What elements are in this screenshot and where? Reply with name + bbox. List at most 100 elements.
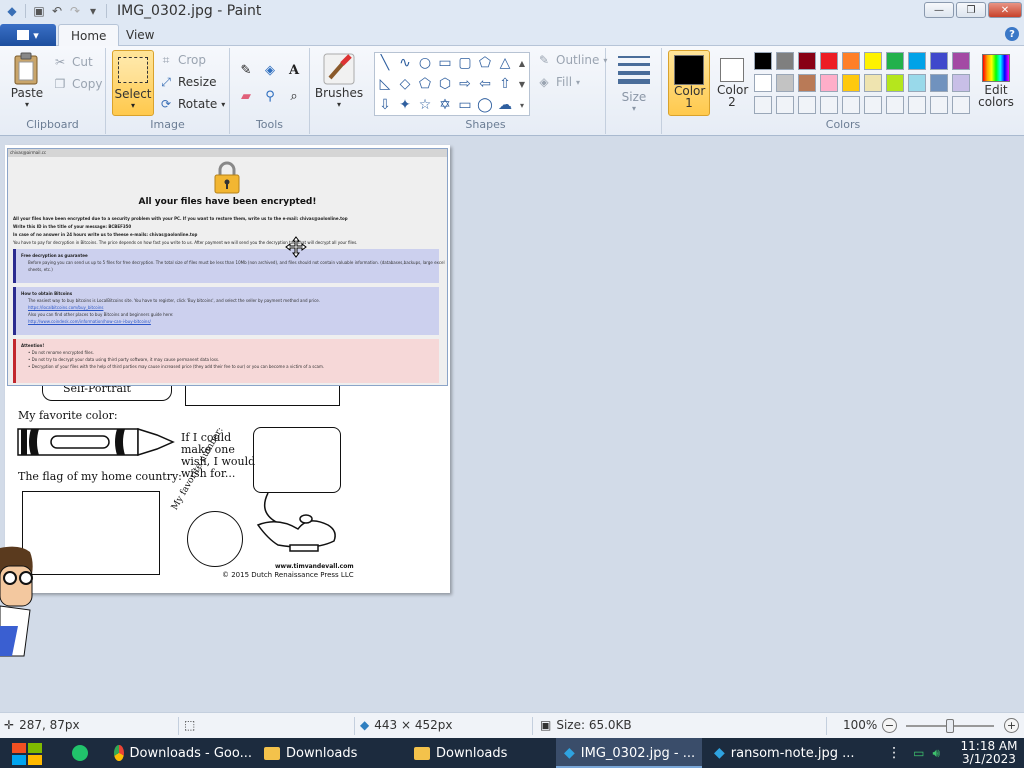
taskbar-explorer-downloads-2[interactable]: Downloads: [406, 738, 554, 768]
cut-button[interactable]: ✂ Cut: [52, 54, 93, 70]
shapes-more-icon[interactable]: ▾: [515, 95, 529, 115]
hexagon-shape-icon[interactable]: ⬡: [435, 74, 455, 94]
tab-home[interactable]: Home: [58, 24, 120, 46]
palette-swatch[interactable]: [754, 52, 772, 70]
palette-swatch[interactable]: [798, 96, 816, 114]
palette-swatch[interactable]: [930, 96, 948, 114]
volume-icon[interactable]: 🔊︎: [932, 746, 940, 761]
palette-swatch[interactable]: [952, 52, 970, 70]
redo-icon[interactable]: ↷: [66, 2, 84, 20]
start-button-icon[interactable]: [10, 742, 44, 766]
color1-button[interactable]: Color 1: [668, 50, 710, 116]
palette-swatch[interactable]: [908, 74, 926, 92]
outline-button[interactable]: ✎ Outline ▾: [536, 52, 607, 68]
palette-swatch[interactable]: [886, 52, 904, 70]
palette-swatch[interactable]: [754, 96, 772, 114]
minimize-button[interactable]: —: [924, 2, 954, 18]
color2-button[interactable]: Color 2: [712, 50, 752, 116]
help-icon[interactable]: ?: [1005, 27, 1019, 41]
oval-callout-shape-icon[interactable]: ◯: [475, 95, 495, 115]
polygon-shape-icon[interactable]: ⬠: [475, 53, 495, 73]
palette-swatch[interactable]: [886, 96, 904, 114]
save-icon[interactable]: ▣: [30, 2, 48, 20]
rotate-button[interactable]: ⟳ Rotate ▾: [158, 96, 225, 112]
up-arrow-shape-icon[interactable]: ⇧: [495, 74, 515, 94]
fill-button[interactable]: ◈ Fill ▾: [536, 74, 580, 90]
rounded-callout-shape-icon[interactable]: ▭: [455, 95, 475, 115]
pentagon-shape-icon[interactable]: ⬠: [415, 74, 435, 94]
right-arrow-shape-icon[interactable]: ⇨: [455, 74, 475, 94]
paste-button[interactable]: Paste ▾: [8, 52, 46, 109]
curve-shape-icon[interactable]: ∿: [395, 53, 415, 73]
paint-app-icon[interactable]: ◆: [3, 3, 21, 19]
rounded-rectangle-shape-icon[interactable]: ▢: [455, 53, 475, 73]
palette-swatch[interactable]: [908, 96, 926, 114]
close-button[interactable]: ✕: [988, 2, 1022, 18]
zoom-out-button[interactable]: −: [882, 718, 897, 733]
taskbar-paint-img0302[interactable]: ◆ IMG_0302.jpg - ...: [556, 738, 702, 768]
palette-swatch[interactable]: [798, 74, 816, 92]
palette-swatch[interactable]: [930, 52, 948, 70]
palette-swatch[interactable]: [864, 96, 882, 114]
taskbar-chrome-downloads[interactable]: Downloads - Goo...: [106, 738, 252, 768]
four-point-star-shape-icon[interactable]: ✦: [395, 95, 415, 115]
rectangle-shape-icon[interactable]: ▭: [435, 53, 455, 73]
palette-swatch[interactable]: [886, 74, 904, 92]
five-point-star-shape-icon[interactable]: ☆: [415, 95, 435, 115]
file-menu-button[interactable]: ▾: [0, 24, 56, 46]
size-button[interactable]: Size ▾: [616, 54, 652, 113]
taskbar-pinned-app[interactable]: [64, 738, 104, 768]
cloud-callout-shape-icon[interactable]: ☁: [495, 95, 515, 115]
palette-swatch[interactable]: [864, 52, 882, 70]
palette-swatch[interactable]: [842, 74, 860, 92]
color-picker-icon[interactable]: ⚲: [260, 86, 280, 106]
qat-customize-icon[interactable]: ▾: [84, 2, 102, 20]
palette-swatch[interactable]: [820, 96, 838, 114]
palette-swatch[interactable]: [754, 74, 772, 92]
crop-button[interactable]: ⌗ Crop: [158, 52, 206, 68]
palette-swatch[interactable]: [930, 74, 948, 92]
palette-swatch[interactable]: [776, 52, 794, 70]
tab-view[interactable]: View: [114, 24, 166, 46]
palette-swatch[interactable]: [798, 52, 816, 70]
shapes-scroll-down-icon[interactable]: ▼: [515, 74, 529, 94]
palette-swatch[interactable]: [842, 52, 860, 70]
undo-icon[interactable]: ↶: [48, 2, 66, 20]
brushes-button[interactable]: Brushes ▾: [315, 52, 363, 109]
palette-swatch[interactable]: [864, 74, 882, 92]
shapes-scroll-up-icon[interactable]: ▲: [515, 53, 529, 73]
palette-swatch[interactable]: [776, 96, 794, 114]
zoom-slider-thumb[interactable]: [946, 719, 954, 733]
fill-bucket-icon[interactable]: ◈: [260, 60, 280, 80]
palette-swatch[interactable]: [842, 96, 860, 114]
eraser-icon[interactable]: ▰: [236, 86, 256, 106]
palette-swatch[interactable]: [776, 74, 794, 92]
text-tool-icon[interactable]: A: [284, 60, 304, 80]
copy-button[interactable]: ❐ Copy: [52, 76, 103, 92]
select-button[interactable]: Select ▾: [112, 50, 154, 116]
network-icon[interactable]: ▭: [913, 746, 924, 760]
palette-swatch[interactable]: [820, 52, 838, 70]
edit-colors-button[interactable]: Edit colors: [974, 50, 1018, 116]
more-options-icon[interactable]: ⋮: [887, 745, 901, 761]
clock[interactable]: 11:18 AM 3/1/2023: [954, 740, 1024, 766]
six-point-star-shape-icon[interactable]: ✡: [435, 95, 455, 115]
pencil-icon[interactable]: ✎: [236, 60, 256, 80]
zoom-in-button[interactable]: +: [1004, 718, 1019, 733]
resize-button[interactable]: ⤢ Resize: [158, 74, 216, 90]
oval-shape-icon[interactable]: ○: [415, 53, 435, 73]
magnifier-icon[interactable]: ⌕: [284, 86, 304, 106]
palette-swatch[interactable]: [952, 74, 970, 92]
down-arrow-shape-icon[interactable]: ⇩: [375, 95, 395, 115]
diamond-shape-icon[interactable]: ◇: [395, 74, 415, 94]
restore-button[interactable]: ❐: [956, 2, 986, 18]
taskbar-explorer-downloads-1[interactable]: Downloads: [256, 738, 404, 768]
palette-swatch[interactable]: [952, 96, 970, 114]
palette-swatch[interactable]: [820, 74, 838, 92]
right-triangle-shape-icon[interactable]: ◺: [375, 74, 395, 94]
line-shape-icon[interactable]: ╲: [375, 53, 395, 73]
triangle-shape-icon[interactable]: △: [495, 53, 515, 73]
taskbar-paint-ransom-note[interactable]: ◆ ransom-note.jpg ...: [706, 738, 854, 768]
pasted-ransom-note[interactable]: chivas@airmail.cc All your files have be…: [7, 148, 448, 386]
left-arrow-shape-icon[interactable]: ⇦: [475, 74, 495, 94]
